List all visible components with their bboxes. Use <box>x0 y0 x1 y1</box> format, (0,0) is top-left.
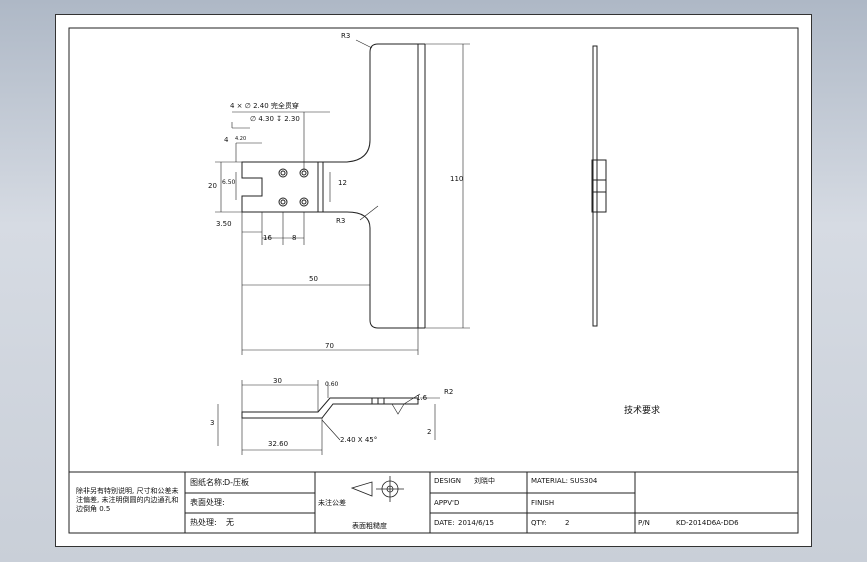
roughness-note: 表面粗糙度 <box>352 522 387 530</box>
dim-30: 30 <box>273 377 282 385</box>
projection-symbol <box>350 476 404 502</box>
dim-8: 8 <box>292 234 297 242</box>
dim-110: 110 <box>450 175 464 183</box>
dim-3-50: 3.50 <box>216 220 232 228</box>
side-view-outline <box>591 45 607 327</box>
dim-counterbore: ∅ 4.30 ↧ 2.30 <box>250 115 300 123</box>
dim-hole-callout: 4 × ∅ 2.40 完全贯穿 <box>230 102 299 110</box>
dim-chamfer: 2.40 X 45° <box>340 436 378 444</box>
dim-16: 16 <box>263 234 272 242</box>
dim-r3-top: R3 <box>341 32 351 40</box>
part-name: D-压板 <box>224 478 250 487</box>
tolerance-label: 未注公差 <box>318 499 346 507</box>
dim-32-60: 32.60 <box>268 440 289 448</box>
dim-70: 70 <box>325 342 334 350</box>
pn-label: P/N <box>638 519 650 527</box>
inner-frame <box>68 27 799 534</box>
dim-3: 3 <box>210 419 215 427</box>
dimension-lines <box>215 39 470 355</box>
dim-20: 20 <box>208 182 217 190</box>
dim-50: 50 <box>309 275 318 283</box>
general-note: 除非另有特别说明, 尺寸和公差未注偏差, 未注明倒圆的内边通孔和边倒角 0.5 <box>76 487 179 513</box>
date-label: DATE: <box>434 519 455 527</box>
dim-4: 4 <box>224 136 229 144</box>
qty-label: QTY: <box>531 519 547 527</box>
dim-0-60: 0.60 <box>325 381 339 388</box>
dim-roughness-1-6: 1.6 <box>416 394 428 402</box>
front-view-outline <box>241 43 426 329</box>
design-label: DESIGN <box>434 477 461 485</box>
dim-12: 12 <box>338 179 347 187</box>
heat-label: 热处理: <box>190 518 217 527</box>
heat-value: 无 <box>226 518 234 527</box>
dim-r2: R2 <box>444 388 454 396</box>
qty: 2 <box>565 519 570 527</box>
finish-label: FINISH <box>531 499 555 507</box>
part-name-label: 图纸名称: <box>190 478 225 487</box>
material: SUS304 <box>570 477 598 485</box>
dim-6-50: 6.50 <box>222 179 236 186</box>
surface-label: 表面处理: <box>190 498 225 507</box>
designer: 刘晓中 <box>474 477 495 485</box>
part-number: KD-2014D6A-DD6 <box>676 519 739 527</box>
dim-2: 2 <box>427 428 432 436</box>
material-label: MATERIAL: <box>531 477 568 485</box>
tech-requirements: 技术要求 <box>624 406 661 416</box>
dim-4-small: 4.20 <box>235 136 247 142</box>
bottom-view-outline <box>241 397 419 419</box>
date: 2014/6/15 <box>458 519 494 527</box>
approved-label: APPV'D <box>434 499 460 507</box>
dim-r3-mid: R3 <box>336 217 346 225</box>
